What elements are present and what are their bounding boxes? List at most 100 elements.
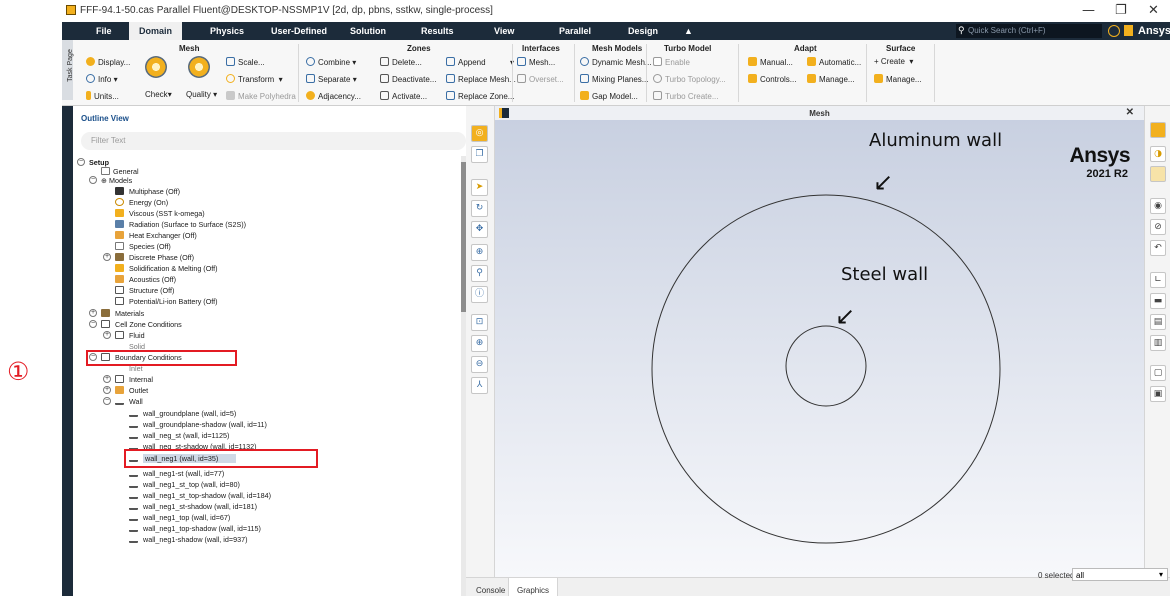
probe-info-icon[interactable]: ⓘ [471, 286, 488, 303]
graphics-window[interactable]: Mesh ✕ Ansys 2021 R2 Aluminum wall ↙ Ste… [495, 106, 1144, 577]
expand-internal-icon[interactable]: + [103, 375, 111, 383]
zoom-in-icon[interactable]: ⊕ [471, 335, 488, 352]
filter-text-input[interactable]: Filter Text [81, 132, 466, 150]
activate-button[interactable]: Activate... [380, 91, 427, 101]
close-button[interactable]: ✕ [1148, 3, 1159, 18]
collapse-ribbon-icon[interactable]: ▲ [684, 26, 693, 36]
mesh-quality-button[interactable]: Quality ▾ [186, 90, 217, 99]
expand-fluid-icon[interactable]: + [103, 331, 111, 339]
expand-materials-icon[interactable]: + [89, 309, 97, 317]
tree-model-heat-exchanger[interactable]: Heat Exchanger (Off) [129, 231, 197, 240]
pointer-icon[interactable]: ➤ [471, 179, 488, 196]
mesh-scale-button[interactable]: Scale... [226, 57, 265, 67]
zoom-out-icon[interactable]: ⊖ [471, 356, 488, 373]
quick-search-input[interactable]: ⚲ Quick Search (Ctrl+F) [956, 24, 1102, 38]
menu-user-defined[interactable]: User-Defined [271, 26, 327, 36]
pan-icon[interactable]: ✥ [471, 221, 488, 238]
tree-wall-item[interactable]: wall_neg1_st_top-shadow (wall, id=184) [143, 491, 271, 500]
tree-models[interactable]: ⊕ Models [101, 176, 132, 185]
tree-materials[interactable]: Materials [115, 309, 144, 318]
copy-graphics-icon[interactable]: ❐ [471, 146, 488, 163]
tree-wall-item[interactable]: wall_neg1_top (wall, id=67) [143, 513, 230, 522]
adapt-manual-button[interactable]: Manual... [748, 57, 793, 67]
adapt-automatic-button[interactable]: Automatic... [807, 57, 861, 67]
title-box-icon[interactable]: ▤ [1150, 314, 1166, 330]
task-page-tab[interactable]: Task Page [62, 40, 74, 100]
tree-internal[interactable]: Internal [129, 375, 153, 384]
tree-wall-item[interactable]: wall_neg1_st-shadow (wall, id=181) [143, 502, 257, 511]
combine-button[interactable]: Combine ▾ [306, 57, 356, 67]
turbo-topology-button[interactable]: Turbo Topology... [653, 74, 726, 84]
tree-outlet[interactable]: Outlet [129, 386, 148, 395]
delete-button[interactable]: Delete... [380, 57, 422, 67]
tree-general[interactable]: General [113, 167, 139, 176]
notes-icon[interactable] [1124, 25, 1133, 36]
menu-domain[interactable]: Domain [129, 22, 183, 40]
mixing-planes-button[interactable]: Mixing Planes... [580, 74, 648, 84]
mesh-display-button[interactable]: Display... [86, 57, 130, 67]
tree-fluid[interactable]: Fluid [129, 331, 145, 340]
undo-view-icon[interactable]: ↶ [1150, 240, 1166, 256]
tree-model-discrete-phase[interactable]: Discrete Phase (Off) [129, 253, 194, 262]
tree-wall-item[interactable]: wall_neg1-shadow (wall, id=937) [143, 535, 247, 544]
tree-wall-item[interactable]: wall_neg_st (wall, id=1125) [143, 431, 229, 440]
axis-orientation-icon[interactable]: ⅄ [471, 377, 488, 394]
tab-console[interactable]: Console [468, 578, 513, 596]
frame-icon[interactable]: ▢ [1150, 365, 1166, 381]
light-icon[interactable]: ◑ [1150, 146, 1166, 162]
restore-button[interactable]: ❐ [1115, 3, 1127, 18]
interfaces-mesh-button[interactable]: Mesh... [517, 57, 555, 67]
tree-wall-item[interactable]: wall_groundplane (wall, id=5) [143, 409, 236, 418]
lighting-icon[interactable] [1150, 166, 1166, 182]
tree-model-energy[interactable]: Energy (On) [129, 198, 168, 207]
axes-icon[interactable]: ∟ [1150, 272, 1166, 288]
tree-setup[interactable]: Setup [89, 158, 109, 167]
menu-solution[interactable]: Solution [350, 26, 386, 36]
tree-wall-item[interactable]: wall_neg1_st_top (wall, id=80) [143, 480, 240, 489]
dynamic-mesh-button[interactable]: Dynamic Mesh... [580, 57, 652, 67]
tree-inlet[interactable]: Inlet [129, 364, 143, 373]
hide-icon[interactable]: ⊘ [1150, 219, 1166, 235]
adapt-manage-button[interactable]: Manage... [807, 74, 855, 84]
minimize-button[interactable]: — [1082, 3, 1095, 18]
menu-physics[interactable]: Physics [210, 26, 244, 36]
point-icon[interactable]: ▣ [1150, 386, 1166, 402]
tree-wall-item[interactable]: wall_neg1-st (wall, id=77) [143, 469, 224, 478]
adjacency-button[interactable]: Adjacency... [306, 91, 361, 101]
rotate-icon[interactable]: ↻ [471, 200, 488, 217]
mesh-transform-button[interactable]: Transform ▾ [226, 74, 283, 84]
deactivate-button[interactable]: Deactivate... [380, 74, 436, 84]
tree-cell-zone-conditions[interactable]: Cell Zone Conditions [115, 320, 182, 329]
mesh-info-button[interactable]: Info ▾ [86, 74, 118, 84]
ruler-icon[interactable]: ▥ [1150, 335, 1166, 351]
turbo-create-button[interactable]: Turbo Create... [653, 91, 719, 101]
collapse-cell-zone-icon[interactable]: − [89, 320, 97, 328]
surface-create-button[interactable]: + Create ▾ [874, 57, 913, 66]
overset-button[interactable]: Overset... [517, 74, 564, 84]
layers-icon[interactable] [1150, 122, 1166, 138]
menu-design[interactable]: Design [628, 26, 658, 36]
collapse-models-icon[interactable]: − [89, 176, 97, 184]
tree-model-acoustics[interactable]: Acoustics (Off) [129, 275, 176, 284]
tree-model-multiphase[interactable]: Multiphase (Off) [129, 187, 180, 196]
tree-wall-item[interactable]: wall_neg1_top-shadow (wall, id=115) [143, 524, 261, 533]
collapse-wall-icon[interactable]: − [103, 397, 111, 405]
fit-to-window-icon[interactable]: ⊡ [471, 314, 488, 331]
expand-outlet-icon[interactable]: + [103, 386, 111, 394]
mesh-units-button[interactable]: Units... [86, 91, 119, 101]
adapt-controls-button[interactable]: Controls... [748, 74, 796, 84]
tree-model-species[interactable]: Species (Off) [129, 242, 171, 251]
gap-model-button[interactable]: Gap Model... [580, 91, 638, 101]
tree-wall-item[interactable]: wall_groundplane-shadow (wall, id=11) [143, 420, 267, 429]
tree-wall[interactable]: Wall [129, 397, 143, 406]
colormap-icon[interactable]: ▬ [1150, 293, 1166, 309]
surface-manage-button[interactable]: Manage... [874, 74, 922, 84]
tree-model-viscous[interactable]: Viscous (SST k-omega) [129, 209, 205, 218]
expand-discrete-phase-icon[interactable]: + [103, 253, 111, 261]
tree-model-radiation[interactable]: Radiation (Surface to Surface (S2S)) [129, 220, 246, 229]
menu-results[interactable]: Results [421, 26, 454, 36]
zoom-in-out-icon[interactable]: ⊕ [471, 244, 488, 261]
tree-model-battery[interactable]: Potential/Li-ion Battery (Off) [129, 297, 218, 306]
tree-model-solidification[interactable]: Solidification & Melting (Off) [129, 264, 218, 273]
menu-file[interactable]: File [96, 26, 112, 36]
